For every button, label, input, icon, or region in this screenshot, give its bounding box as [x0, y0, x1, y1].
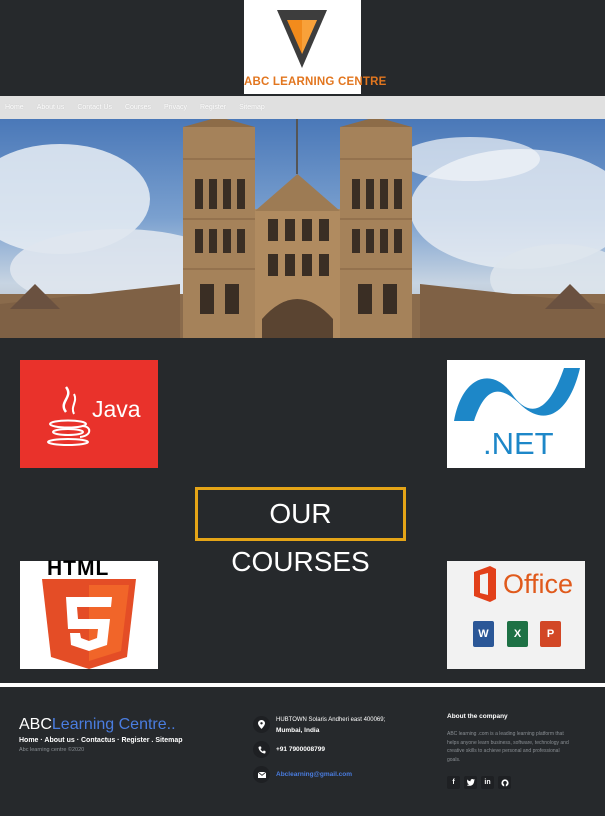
building-illustration: [0, 119, 605, 338]
course-tile-java[interactable]: Java: [20, 360, 158, 468]
site-logo[interactable]: ABC LEARNING CENTRE: [244, 0, 387, 94]
footer-link-home[interactable]: Home: [19, 737, 38, 744]
course-label-html: HTML: [47, 557, 110, 580]
twitter-icon[interactable]: [464, 776, 477, 789]
footer-link-sitemap[interactable]: Sitemap: [155, 737, 182, 744]
location-icon: [253, 716, 270, 733]
courses-heading: OUR COURSES: [195, 487, 406, 577]
footer-links: Home · About us · Contactus · Register .…: [19, 737, 183, 744]
phone-number: +91 7900008799: [276, 746, 325, 753]
facebook-icon[interactable]: f: [447, 776, 460, 789]
github-icon[interactable]: [498, 776, 511, 789]
copyright-text: Abc learning centre ©2020: [19, 747, 85, 753]
course-tile-dotnet[interactable]: .NET: [447, 360, 585, 468]
excel-icon: X: [507, 621, 528, 647]
java-cup-icon: [47, 386, 91, 446]
powerpoint-icon: P: [540, 621, 561, 647]
nav-item-contact[interactable]: Contact Us: [77, 104, 112, 111]
nav-item-courses[interactable]: Courses: [125, 104, 151, 111]
site-footer: ABCLearning Centre.. Home · About us · C…: [0, 687, 605, 816]
footer-brand-abc: ABC: [19, 716, 52, 733]
nav-item-about[interactable]: About us: [37, 104, 65, 111]
about-text: ABC learning .com is a leading learning …: [447, 731, 569, 763]
office-logo-icon: [474, 566, 496, 602]
email-link[interactable]: Abclearning@gmail.com: [276, 771, 352, 778]
course-label-java: Java: [92, 396, 141, 422]
word-icon: W: [473, 621, 494, 647]
footer-link-about[interactable]: About us: [44, 737, 74, 744]
logo-text: ABC LEARNING CENTRE: [244, 76, 387, 88]
linkedin-icon[interactable]: in: [481, 776, 494, 789]
nav-item-sitemap[interactable]: Sitemap: [239, 104, 265, 111]
about-title: About the company: [447, 713, 508, 720]
footer-link-contact[interactable]: Contactus: [81, 737, 115, 744]
footer-link-register[interactable]: Register: [121, 737, 149, 744]
dotnet-wave-icon: [454, 368, 580, 421]
address-line2: Mumbai, India: [276, 727, 320, 734]
address-line1: HUBTOWN Solaris Andheri east 400069;: [276, 717, 386, 723]
course-label-office: Office: [503, 569, 574, 599]
html5-shield-icon: [42, 579, 136, 669]
logo-triangle-icon: [277, 10, 327, 68]
envelope-icon: [253, 766, 270, 783]
nav-item-home[interactable]: Home: [5, 104, 24, 111]
course-tile-office[interactable]: Office W X P: [447, 561, 585, 669]
phone-icon: [253, 741, 270, 758]
hero-image: [0, 119, 605, 338]
main-nav: Home About us Contact Us Courses Privacy…: [0, 96, 605, 119]
course-tile-html[interactable]: HTML: [20, 557, 158, 669]
footer-brand: ABCLearning Centre..: [19, 716, 176, 734]
nav-item-privacy[interactable]: Privacy: [164, 104, 187, 111]
course-label-dotnet: .NET: [483, 426, 554, 461]
nav-item-register[interactable]: Register: [200, 104, 226, 111]
footer-brand-learning: Learning Centre..: [51, 716, 176, 733]
